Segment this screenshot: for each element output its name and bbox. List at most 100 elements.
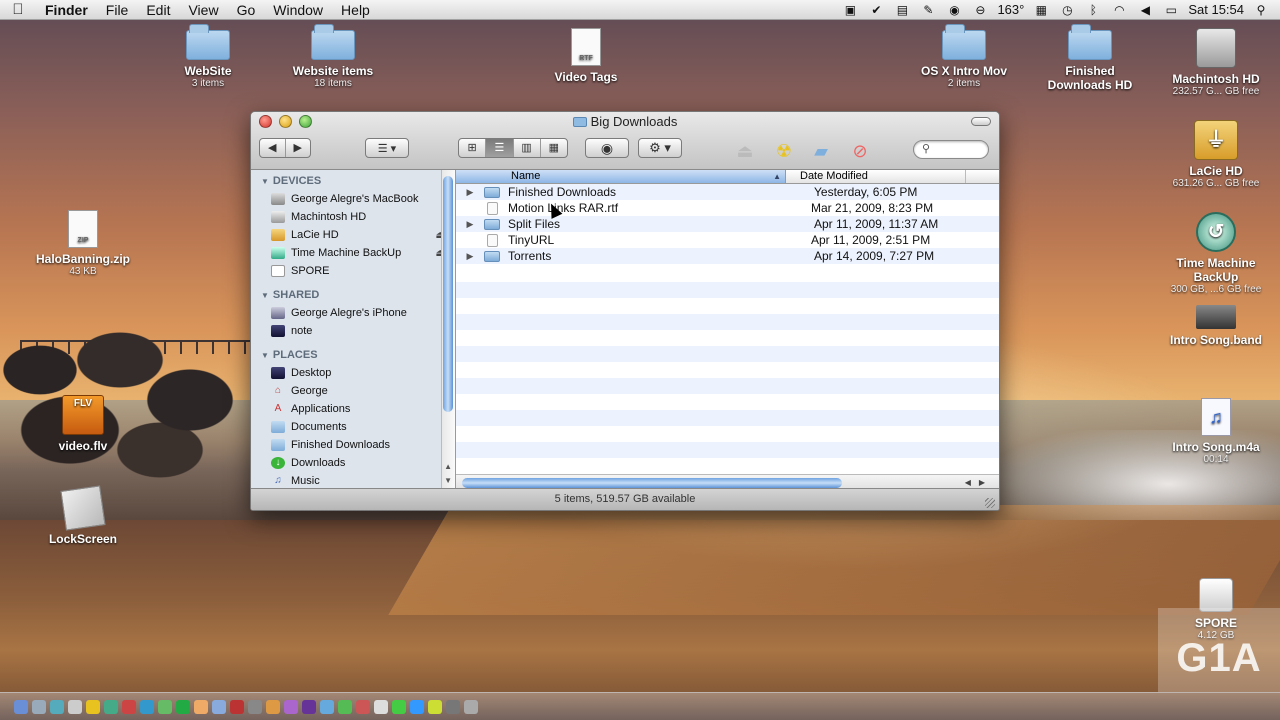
preferences-dock-icon[interactable] [356,699,370,714]
disclosure-triangle-icon[interactable]: ▶ [456,251,484,262]
file-row[interactable]: Motion Links RAR.rtf Mar 21, 2009, 8:23 … [456,200,999,216]
temperature-readout[interactable]: 163° [997,2,1024,17]
menu-help[interactable]: Help [332,2,379,18]
sidebar-item-desktop[interactable]: Desktop [251,364,455,382]
menu-file[interactable]: File [97,2,138,18]
finder-dock-icon[interactable] [14,699,28,714]
desktop-icon-intro-song-m4a[interactable]: ♫ Intro Song.m4a 00:14 [1161,398,1271,465]
back-button[interactable]: ◀ [260,139,286,157]
drive-icon[interactable]: ⊖ [971,3,989,17]
clock-dock-icon[interactable] [374,699,388,714]
tools-dock-icon[interactable] [248,699,262,714]
mail-dock-icon[interactable] [68,699,82,714]
volume-icon[interactable]: ◀ [1136,3,1154,17]
video-dock-icon[interactable] [266,699,280,714]
desktop-icon-time-machine-backup[interactable]: ↺ Time Machine BackUp 300 GB, ...6 GB fr… [1161,212,1271,295]
sidebar-item-iphone[interactable]: George Alegre's iPhone [251,304,455,322]
grid-icon[interactable]: ▦ [1032,3,1050,17]
globe-icon[interactable]: ◉ [945,3,963,17]
sidebar-scroll-thumb[interactable] [443,176,453,412]
menu-edit[interactable]: Edit [137,2,179,18]
desktop-icon-halobanning-zip[interactable]: ZIP HaloBanning.zip 43 KB [28,210,138,277]
horizontal-scroll-thumb[interactable] [462,478,842,488]
menu-view[interactable]: View [179,2,227,18]
messages-dock-icon[interactable] [212,699,226,714]
skype-dock-icon[interactable] [176,699,190,714]
display-icon[interactable]: ▤ [893,3,911,17]
sidebar-header-devices[interactable]: DEVICES [251,172,455,190]
desktop-icon-lockscreen[interactable]: LockScreen [28,485,138,546]
desktop-icon-website[interactable]: WebSite 3 items [153,24,263,89]
resize-grip-icon[interactable] [985,498,995,508]
after-effects-dock-icon[interactable] [302,699,316,714]
desktop-icon-machintosh-hd[interactable]: Machintosh HD 232.57 G... GB free [1161,28,1271,97]
column-header-date[interactable]: Date Modified [786,170,966,183]
desktop-icon-osx-intro-mov[interactable]: OS X Intro Mov 2 items [909,24,1019,89]
column-header-name[interactable]: Name ▲ [456,170,786,183]
sidebar-scrollbar[interactable]: ▲ ▼ [441,170,455,490]
network-dock-icon[interactable] [320,699,334,714]
new-folder-icon[interactable]: ▰ [808,138,834,164]
utility-dock-icon[interactable] [230,699,244,714]
file-row[interactable]: TinyURL Apr 11, 2009, 2:51 PM [456,232,999,248]
disclosure-triangle-icon[interactable]: ▶ [456,187,484,198]
sidebar-item-macbook[interactable]: George Alegre's MacBook [251,190,455,208]
trash-dock-icon[interactable] [464,699,478,714]
sidebar-item-machintosh-hd[interactable]: Machintosh HD [251,208,455,226]
calendar-dock-icon[interactable] [122,699,136,714]
sidebar-item-downloads[interactable]: ↓ Downloads [251,454,455,472]
stacks-dock-icon[interactable] [446,699,460,714]
menu-go[interactable]: Go [228,2,265,18]
camera-icon[interactable]: ▣ [841,3,859,17]
forward-button[interactable]: ▶ [286,139,311,157]
search-field[interactable]: ⚲ [913,140,989,159]
bluetooth-icon[interactable]: ᛒ [1084,3,1102,17]
desktop-icon-intro-song-band[interactable]: Intro Song.band [1161,305,1271,347]
dashboard-dock-icon[interactable] [32,699,46,714]
menu-clock[interactable]: Sat 15:54 [1188,2,1244,17]
yellow-app-dock-icon[interactable] [428,699,442,714]
file-row[interactable]: ▶ Split Files Apr 11, 2009, 11:37 AM [456,216,999,232]
apple-menu-icon[interactable]:  [0,1,36,18]
media-dock-icon[interactable] [284,699,298,714]
safari-dock-icon[interactable] [104,699,118,714]
check-icon[interactable]: ✔ [867,3,885,17]
window-titlebar[interactable]: Big Downloads ◀ ▶ ☰ ▾ ⊞ ☰ ▥ ▦ ◉ ⚙ ▾ ⏏ ☢ … [251,112,999,170]
quick-look-button[interactable]: ◉ [585,138,629,158]
file-row[interactable]: ▶ Torrents Apr 14, 2009, 7:27 PM [456,248,999,264]
desktop-icon-video-tags[interactable]: RTF Video Tags [531,28,641,84]
sidebar-item-lacie-hd[interactable]: LaCie HD⏏ [251,226,455,244]
desktop-icon-website-items[interactable]: Website items 18 items [278,24,388,89]
spotlight-search-icon[interactable]: ⚲ [1252,3,1270,17]
desktop-icon-finished-downloads-hd[interactable]: Finished Downloads HD [1035,24,1145,92]
sidebar-item-spore[interactable]: SPORE [251,262,455,280]
arrange-menu-button[interactable]: ☰ ▾ [365,138,409,158]
action-menu-button[interactable]: ⚙ ▾ [638,138,682,158]
sidebar-item-note[interactable]: note [251,322,455,340]
tools-icon[interactable]: ✎ [919,3,937,17]
sidebar-item-applications[interactable]: A Applications [251,400,455,418]
sidebar-item-george[interactable]: ⌂ George [251,382,455,400]
sidebar-item-finished-downloads[interactable]: Finished Downloads [251,436,455,454]
delete-icon[interactable]: ⊘ [847,138,873,164]
blue-app-dock-icon[interactable] [410,699,424,714]
battery-icon[interactable]: ▭ [1162,3,1180,17]
sidebar-item-time-machine[interactable]: Time Machine BackUp⏏ [251,244,455,262]
itunes-dock-icon[interactable] [158,699,172,714]
column-view-button[interactable]: ▥ [514,139,541,157]
coverflow-view-button[interactable]: ▦ [541,139,567,157]
menu-window[interactable]: Window [264,2,332,18]
ichat-dock-icon[interactable] [50,699,64,714]
menu-finder[interactable]: Finder [36,2,97,18]
photos-dock-icon[interactable] [194,699,208,714]
desktop-icon-video-flv[interactable]: FLV video.flv [28,395,138,453]
wifi-icon[interactable]: ◠ [1110,3,1128,17]
app-store-dock-icon[interactable] [140,699,154,714]
time-machine-icon[interactable]: ◷ [1058,3,1076,17]
disclosure-triangle-icon[interactable]: ▶ [456,219,484,230]
sidebar-header-places[interactable]: PLACES [251,346,455,364]
icon-view-button[interactable]: ⊞ [459,139,487,157]
list-view-button[interactable]: ☰ [486,139,514,157]
sidebar-item-documents[interactable]: Documents [251,418,455,436]
file-row[interactable]: ▶ Finished Downloads Yesterday, 6:05 PM [456,184,999,200]
